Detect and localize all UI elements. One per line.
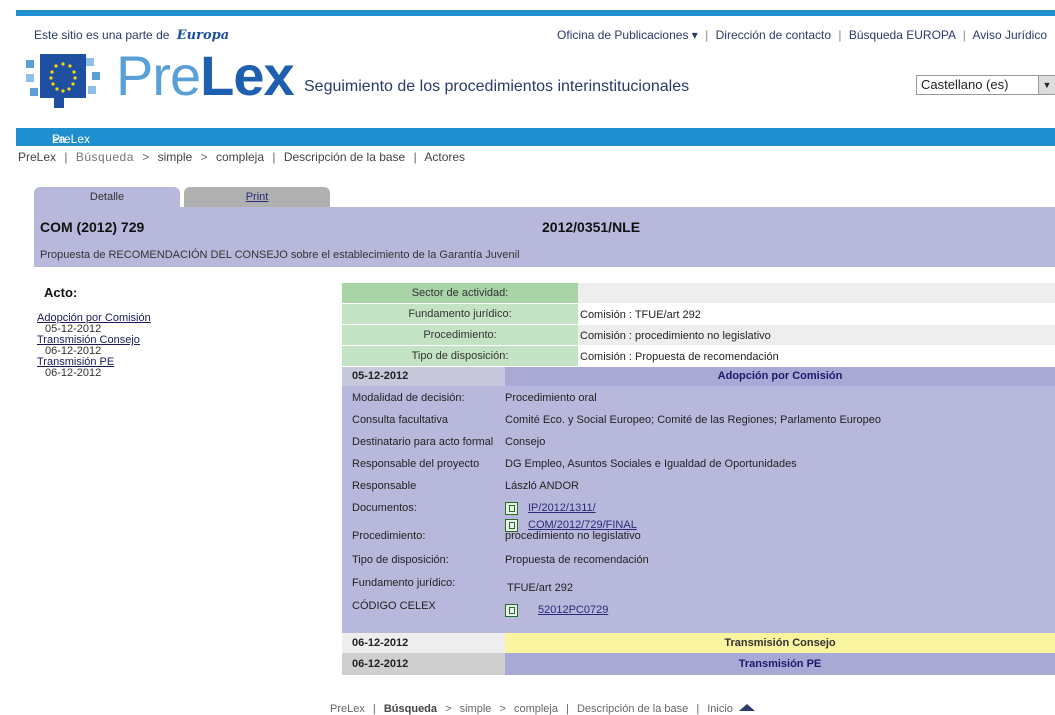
property-value: Comisión : Propuesta de recomendación [578, 346, 1055, 366]
link-direccion-contacto[interactable]: Dirección de contacto [716, 28, 831, 42]
detail-key: Responsable del proyecto [352, 458, 480, 470]
europa-logo[interactable]: Europa [177, 28, 229, 43]
footer-inicio[interactable]: Inicio [707, 703, 733, 715]
language-selected: Castellano (es) [921, 77, 1009, 92]
footer-nav: PreLex | Búsqueda > simple > compleja | … [330, 703, 755, 715]
nav-actores[interactable]: Actores [424, 150, 465, 164]
detail-value: Propuesta de recomendación [505, 554, 649, 566]
top-links: Oficina de Publicaciones ▾ | Dirección d… [557, 28, 1047, 42]
detail-key: Destinatario para acto formal [352, 436, 494, 448]
europa-notice: Este sitio es una parte de Europa [34, 28, 229, 43]
property-row: Tipo de disposición: Comisión : Propuest… [342, 346, 1055, 367]
property-row: Sector de actividad: [342, 283, 1055, 304]
property-value [578, 283, 1055, 303]
detail-value: TFUE/art 292 [507, 582, 574, 594]
site-tagline: Seguimiento de los procedimientos interi… [304, 78, 690, 95]
property-label: Sector de actividad: [342, 283, 578, 304]
tab-print-label[interactable]: Print [246, 191, 269, 203]
detail-value: László ANDOR [505, 480, 579, 492]
europa-notice-text: Este sitio es una parte de [34, 28, 170, 42]
logo-lex: Lex [200, 44, 294, 107]
detail-value: procedimiento no legislativo [505, 530, 641, 542]
section-date: 06-12-2012 [342, 633, 505, 653]
property-row: Fundamento jurídico: Comisión : TFUE/art… [342, 304, 1055, 325]
property-label: Tipo de disposición: [342, 346, 578, 367]
property-label: Procedimiento: [342, 325, 578, 346]
chevron-down-icon[interactable]: ▾ [692, 28, 698, 42]
adopcion-details: Modalidad de decisión: Procedimiento ora… [342, 386, 1055, 633]
detail-value: Consejo [505, 436, 546, 448]
procedure-number: 2012/0351/NLE [542, 219, 641, 235]
property-row: Procedimiento: Comisión : procedimiento … [342, 325, 1055, 346]
tab-detalle[interactable]: Detalle [34, 187, 180, 207]
section-title: Transmisión PE [505, 653, 1055, 675]
celex-link[interactable]: 52012PC0729 [538, 604, 608, 616]
logo-pre: Pre [116, 44, 201, 107]
breadcrumb: La Comisión Europea > PreLex [16, 128, 1055, 174]
footer-prelex[interactable]: PreLex [330, 703, 365, 715]
act-date: 06-12-2012 [45, 367, 102, 379]
detail-key: Responsable [352, 480, 417, 492]
dossier-header: COM (2012) 729 2012/0351/NLE Propuesta d… [34, 207, 1055, 267]
section-date: 06-12-2012 [342, 653, 505, 675]
section-title: Transmisión Consejo [505, 633, 1055, 653]
nav-compleja[interactable]: compleja [216, 150, 264, 164]
nav-simple[interactable]: simple [158, 150, 193, 164]
detail-key: CÓDIGO CELEX [352, 600, 436, 612]
property-label: Fundamento jurídico: [342, 304, 578, 325]
property-value: Comisión : TFUE/art 292 [578, 304, 1055, 324]
eu-flag-icon [26, 54, 100, 108]
celex-value: 52012PC0729 [505, 604, 608, 617]
document-list: IP/2012/1311/ [505, 502, 596, 515]
footer-simple[interactable]: simple [460, 703, 492, 715]
footer-busqueda[interactable]: Búsqueda [384, 703, 437, 715]
detail-key: Documentos: [352, 502, 417, 514]
com-reference: COM (2012) 729 [40, 219, 145, 235]
section-title: Adopción por Comisión [505, 367, 1055, 386]
footer-compleja[interactable]: compleja [514, 703, 558, 715]
detail-key: Tipo de disposición: [352, 554, 449, 566]
detail-key: Procedimiento: [352, 530, 426, 542]
detail-key: Modalidad de decisión: [352, 392, 465, 404]
acts-heading: Acto: [44, 285, 78, 300]
detail-value: DG Empleo, Asuntos Sociales e Igualdad d… [505, 458, 797, 470]
detail-value: Procedimiento oral [505, 392, 597, 404]
pdf-icon[interactable] [505, 604, 518, 617]
main-nav: PreLex | Búsqueda > simple > compleja | … [18, 150, 466, 164]
nav-prelex[interactable]: PreLex [18, 150, 56, 164]
document-link-ip[interactable]: IP/2012/1311/ [528, 502, 596, 514]
detail-key: Fundamento jurídico: [352, 577, 456, 589]
acts-list: Adopción por Comisión 05-12-2012 Transmi… [37, 313, 151, 379]
language-select[interactable]: Castellano (es) ▼ [916, 75, 1055, 95]
arrow-up-icon[interactable] [739, 704, 755, 711]
link-oficina[interactable]: Oficina de Publicaciones [557, 28, 688, 42]
link-busqueda-europa[interactable]: Búsqueda EUROPA [849, 28, 956, 42]
top-accent-bar [16, 10, 1055, 16]
chevron-down-icon[interactable]: ▼ [1038, 76, 1055, 94]
footer-descripcion[interactable]: Descripción de la base [577, 703, 688, 715]
breadcrumb-prelex[interactable]: PreLex [52, 132, 90, 146]
section-header-consejo: 06-12-2012 Transmisión Consejo [342, 633, 1055, 653]
dossier-title: Propuesta de RECOMENDACIÓN DEL CONSEJO s… [40, 249, 520, 261]
detail-key: Consulta facultativa [352, 414, 448, 426]
prelex-logo[interactable]: PreLex [116, 44, 295, 108]
section-header-pe: 06-12-2012 Transmisión PE [342, 653, 1055, 675]
section-date: 05-12-2012 [342, 367, 505, 386]
property-value: Comisión : procedimiento no legislativo [578, 325, 1055, 345]
dossier-table: Sector de actividad: Fundamento jurídico… [342, 283, 1055, 675]
nav-busqueda[interactable]: Búsqueda [76, 150, 134, 164]
tab-print[interactable]: Print [184, 187, 330, 207]
section-header-adopcion: 05-12-2012 Adopción por Comisión [342, 367, 1055, 386]
pdf-icon[interactable] [505, 502, 518, 515]
detail-value: Comité Eco. y Social Europeo; Comité de … [505, 414, 882, 426]
nav-descripcion[interactable]: Descripción de la base [284, 150, 405, 164]
link-aviso-juridico[interactable]: Aviso Jurídico [973, 28, 1047, 42]
